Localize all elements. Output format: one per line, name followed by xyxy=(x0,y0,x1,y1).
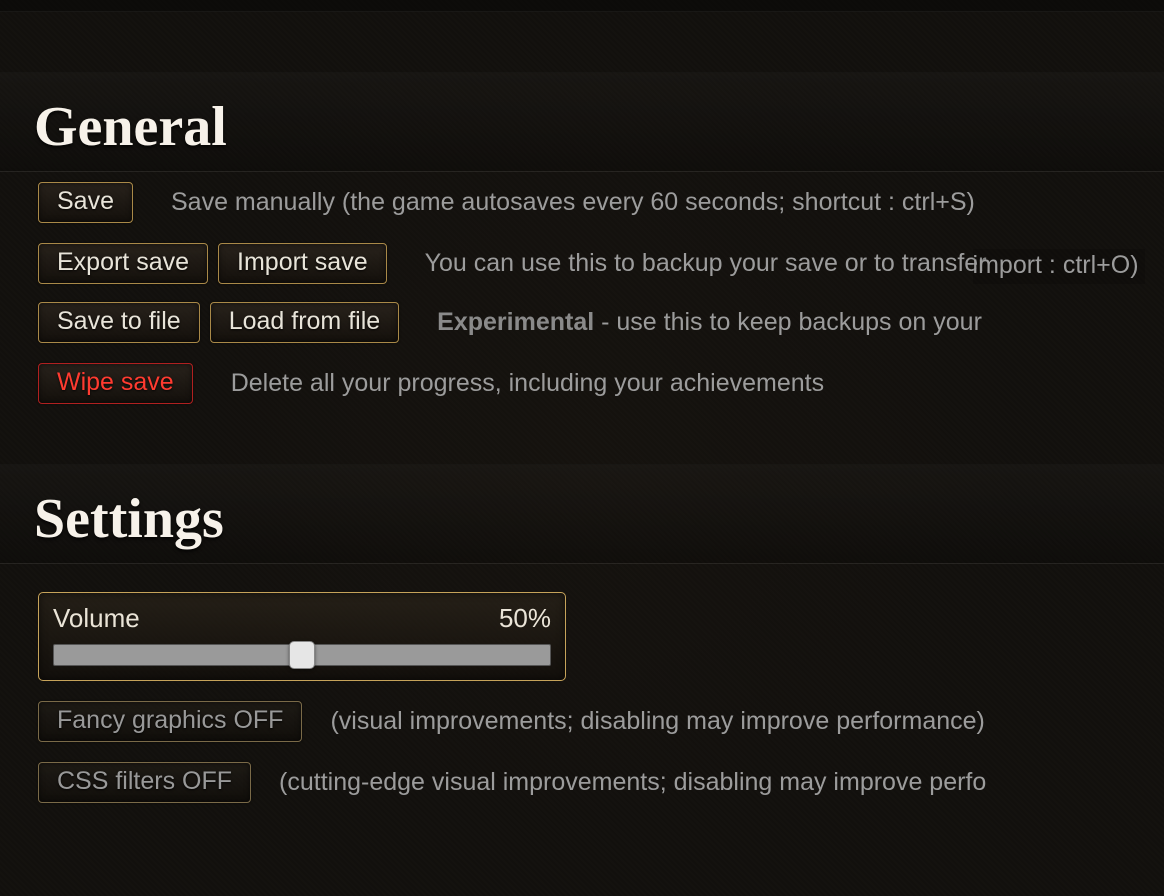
section-title-general: General xyxy=(0,72,1164,172)
fancy-graphics-description: (visual improvements; disabling may impr… xyxy=(330,705,984,739)
export-import-description-line1: You can use this to backup your save or … xyxy=(425,247,987,281)
fancy-graphics-button[interactable]: Fancy graphics OFF xyxy=(38,701,302,742)
export-save-button[interactable]: Export save xyxy=(38,243,208,284)
row-file: Save to file Load from file Experimental… xyxy=(0,284,1164,353)
section-title-settings: Settings xyxy=(0,464,1164,564)
css-filters-description: (cutting-edge visual improvements; disab… xyxy=(279,766,986,800)
save-button[interactable]: Save xyxy=(38,182,133,223)
row-volume: Volume 50% xyxy=(0,582,1164,691)
wipe-description: Delete all your progress, including your… xyxy=(231,367,824,401)
file-description: Experimental - use this to keep backups … xyxy=(437,306,982,340)
volume-value: 50% xyxy=(499,603,551,634)
volume-slider-thumb[interactable] xyxy=(289,641,315,669)
row-wipe: Wipe save Delete all your progress, incl… xyxy=(0,353,1164,414)
save-to-file-button[interactable]: Save to file xyxy=(38,302,200,343)
load-from-file-button[interactable]: Load from file xyxy=(210,302,399,343)
row-fancy-graphics: Fancy graphics OFF (visual improvements;… xyxy=(0,691,1164,752)
row-save: Save Save manually (the game autosaves e… xyxy=(0,172,1164,233)
volume-slider-track[interactable] xyxy=(53,644,551,666)
row-css-filters: CSS filters OFF (cutting-edge visual imp… xyxy=(0,752,1164,833)
save-description: Save manually (the game autosaves every … xyxy=(171,186,975,220)
import-save-button[interactable]: Import save xyxy=(218,243,387,284)
top-divider xyxy=(0,0,1164,12)
volume-label: Volume xyxy=(53,603,140,634)
export-import-description-line2: import : ctrl+O) xyxy=(973,249,1145,284)
volume-slider-box[interactable]: Volume 50% xyxy=(38,592,566,681)
file-description-experimental: Experimental xyxy=(437,308,594,336)
row-export-import: Export save Import save You can use this… xyxy=(0,233,1164,284)
css-filters-button[interactable]: CSS filters OFF xyxy=(38,762,251,803)
file-description-rest: - use this to keep backups on your xyxy=(594,308,982,336)
wipe-save-button[interactable]: Wipe save xyxy=(38,363,193,404)
